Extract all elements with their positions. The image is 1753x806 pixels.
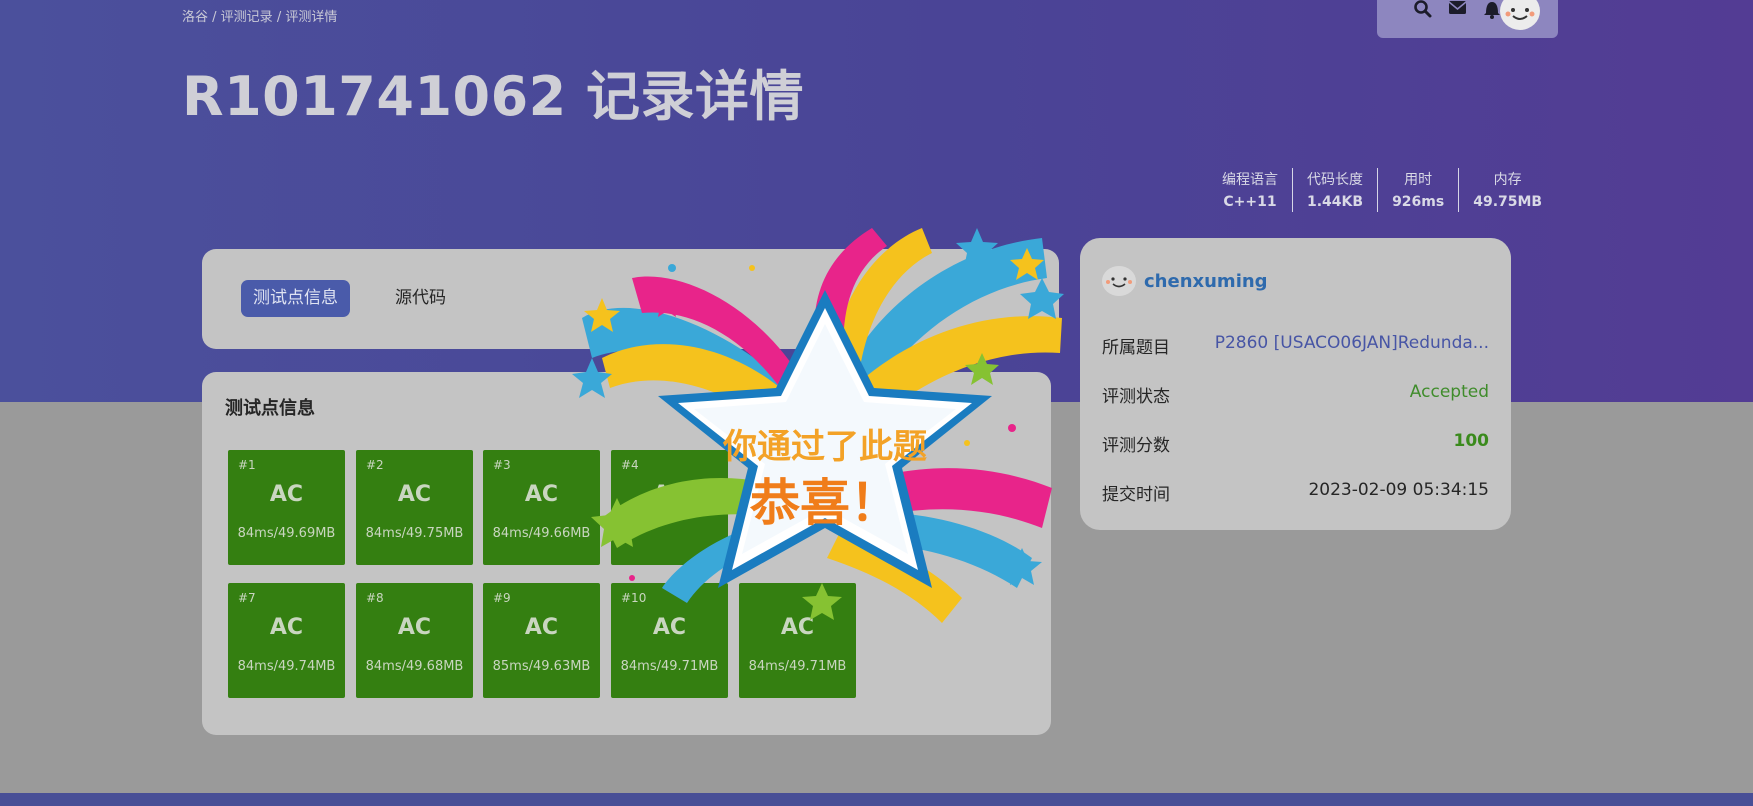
problem-link[interactable]: P2860 [USACO06JAN]Redunda...: [1215, 333, 1489, 358]
page-title: R101741062 记录详情: [182, 65, 805, 128]
judge-status: Accepted: [1409, 382, 1489, 402]
breadcrumb-separator: /: [208, 10, 221, 25]
testcase-status: AC: [397, 615, 432, 640]
submitter-name[interactable]: chenxuming: [1144, 271, 1268, 292]
testcase-metric: 84ms/49.71MB: [620, 659, 719, 674]
info-row-score: 评测分数 100: [1102, 431, 1489, 456]
stat-value: 49.75MB: [1473, 194, 1543, 210]
stat-value: 1.44KB: [1307, 194, 1364, 210]
testcase-status: AC: [269, 482, 304, 507]
submission-stats: 编程语言 C++11 代码长度 1.44KB 用时 926ms 内存 49.75…: [1208, 168, 1556, 212]
stat-memory: 内存 49.75MB: [1459, 168, 1556, 212]
stat-label: 用时: [1404, 172, 1433, 188]
stat-label: 内存: [1493, 172, 1522, 188]
stat-time: 用时 926ms: [1378, 168, 1460, 212]
stat-value: C++11: [1223, 194, 1277, 210]
info-label: 所属题目: [1102, 338, 1170, 358]
info-label: 评测分数: [1102, 436, 1170, 456]
breadcrumb-records[interactable]: 评测记录: [221, 10, 273, 25]
info-row-status: 评测状态 Accepted: [1102, 382, 1489, 407]
breadcrumb: 洛谷 / 评测记录 / 评测详情: [182, 6, 337, 25]
testcase-metric: 84ms/49.68MB: [365, 659, 464, 674]
tab-testcases[interactable]: 测试点信息: [241, 280, 350, 317]
celebration-line1: 你通过了此题: [722, 427, 927, 467]
submitter[interactable]: chenxuming: [1102, 266, 1268, 296]
submission-info-card: chenxuming 所属题目 P2860 [USACO06JAN]Redund…: [1080, 238, 1511, 530]
celebration-line2: 恭喜！: [749, 474, 900, 532]
testcase-metric: 84ms/49.74MB: [237, 659, 336, 674]
testcase-id: #9: [493, 591, 511, 605]
testcase-metric: 84ms/49.71MB: [748, 659, 847, 674]
testcase-id: #3: [493, 458, 511, 472]
testcase-tile[interactable]: #2 AC 84ms/49.75MB: [356, 450, 473, 565]
footer-strip: [0, 793, 1753, 806]
submitter-avatar: [1102, 266, 1136, 296]
testcase-id: #2: [366, 458, 384, 472]
stat-value: 926ms: [1392, 194, 1445, 210]
testcase-metric: 85ms/49.63MB: [492, 659, 591, 674]
mail-icon[interactable]: [1447, 0, 1471, 18]
breadcrumb-current: 评测详情: [285, 10, 338, 25]
testcase-id: #7: [238, 591, 256, 605]
testcase-status: AC: [269, 615, 304, 640]
tab-source-code[interactable]: 源代码: [383, 280, 458, 317]
testcase-metric: 84ms/49.75MB: [365, 526, 464, 541]
info-row-submit-time: 提交时间 2023-02-09 05:34:15: [1102, 480, 1489, 505]
breadcrumb-home[interactable]: 洛谷: [182, 10, 208, 25]
stat-code-length: 代码长度 1.44KB: [1293, 168, 1379, 212]
testcase-metric: 84ms/49.69MB: [237, 526, 336, 541]
stat-label: 编程语言: [1222, 172, 1278, 188]
search-icon[interactable]: [1412, 0, 1436, 18]
celebration-overlay[interactable]: 你通过了此题 恭喜！: [572, 228, 1078, 646]
testcase-tile[interactable]: #7 AC 84ms/49.74MB: [228, 583, 345, 698]
info-label: 评测状态: [1102, 387, 1170, 407]
testcase-status: AC: [397, 482, 432, 507]
info-label: 提交时间: [1102, 485, 1170, 505]
judge-score: 100: [1453, 431, 1490, 451]
user-avatar[interactable]: [1500, 0, 1540, 30]
submit-time: 2023-02-09 05:34:15: [1308, 480, 1489, 500]
testcase-tile[interactable]: #1 AC 84ms/49.69MB: [228, 450, 345, 565]
info-row-problem: 所属题目 P2860 [USACO06JAN]Redunda...: [1102, 333, 1489, 358]
stat-label: 代码长度: [1307, 172, 1364, 188]
testcases-title: 测试点信息: [225, 398, 315, 419]
stat-language: 编程语言 C++11: [1208, 168, 1293, 212]
testcase-id: #1: [238, 458, 256, 472]
breadcrumb-separator: /: [272, 10, 286, 25]
testcase-id: #8: [366, 591, 384, 605]
testcase-tile[interactable]: #8 AC 84ms/49.68MB: [356, 583, 473, 698]
